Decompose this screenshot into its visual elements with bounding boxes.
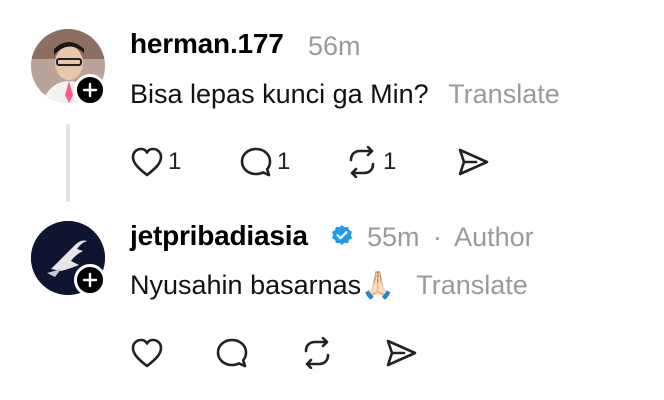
share-button[interactable] xyxy=(456,146,490,178)
comment-icon xyxy=(240,147,272,177)
heart-icon xyxy=(131,147,163,177)
follow-button[interactable] xyxy=(74,74,106,106)
comment-count: 1 xyxy=(277,148,291,175)
translate-link[interactable]: Translate xyxy=(416,270,528,300)
like-count: 1 xyxy=(168,148,182,175)
thread-line xyxy=(66,124,70,202)
repost-count: 1 xyxy=(383,148,397,175)
share-button[interactable] xyxy=(384,337,418,369)
timestamp: 55m xyxy=(367,222,420,252)
plus-icon xyxy=(82,82,98,98)
reply-text: Bisa lepas kunci ga Min? Translate xyxy=(130,79,560,110)
username[interactable]: herman.177 xyxy=(130,28,284,60)
username[interactable]: jetpribadiasia xyxy=(130,220,308,252)
repost-icon xyxy=(304,337,330,369)
like-button[interactable]: 1 xyxy=(130,146,181,178)
reply-meta: 55m · Author xyxy=(367,222,534,253)
heart-icon xyxy=(131,338,163,368)
comment-button[interactable] xyxy=(215,337,249,369)
comment-button[interactable]: 1 xyxy=(239,146,290,178)
repost-button[interactable] xyxy=(300,337,334,369)
translate-link[interactable]: Translate xyxy=(448,79,560,109)
repost-button[interactable]: 1 xyxy=(345,146,396,178)
comment-icon xyxy=(216,338,248,368)
timestamp: 56m xyxy=(308,31,361,61)
reply-text-content: Bisa lepas kunci ga Min? xyxy=(130,79,429,109)
like-button[interactable] xyxy=(130,337,164,369)
follow-button[interactable] xyxy=(74,264,106,296)
meta-separator: · xyxy=(433,222,443,252)
reply-text-content: Nyusahin basarnas🙏🏻 xyxy=(130,270,395,300)
send-icon xyxy=(458,148,489,176)
verified-badge-icon xyxy=(332,225,352,245)
plus-icon xyxy=(82,272,98,288)
author-label: Author xyxy=(454,222,534,252)
repost-icon xyxy=(349,146,375,178)
reply-text: Nyusahin basarnas🙏🏻 Translate xyxy=(130,269,528,301)
send-icon xyxy=(386,339,417,367)
